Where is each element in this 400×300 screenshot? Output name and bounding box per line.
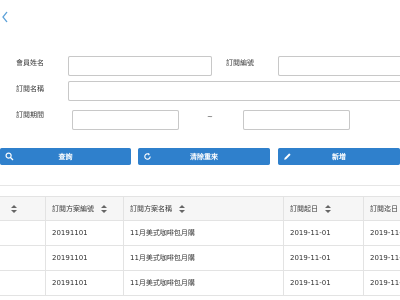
plan-no-cell: 20191101 [45,221,123,245]
period-label: 訂閱期間 [16,111,44,119]
plan-no-cell: 20191101 [45,271,123,295]
chevron-left-icon[interactable] [0,10,10,24]
period-start-input[interactable] [72,110,179,130]
add-button[interactable]: 新增 [278,148,400,165]
subscription-search-page: 會員姓名 訂閱編號 訂閱名稱 訂閱期間 ~ 查詢 清除重來 新增 訂閱方案編號 … [0,0,400,300]
plan-name-cell: 11月美式咖啡包月購 [123,271,283,295]
header-start-date[interactable]: 訂閱起日 [283,197,363,221]
start-date-cell: 2019-11-01 [283,271,363,295]
order-no-label: 訂閱編號 [226,59,254,67]
search-button-label: 查詢 [58,152,73,161]
pencil-icon [284,153,291,160]
sort-icon [325,205,332,213]
plan-name-cell: 11月美式咖啡包月購 [123,221,283,245]
header-plan-name[interactable]: 訂閱方案名稱 [123,197,283,221]
start-date-cell: 2019-11-01 [283,221,363,245]
add-button-label: 新增 [332,152,346,161]
header-cell-0[interactable] [0,197,45,221]
end-date-cell: 2019-11-01 [363,221,400,245]
sort-icon [101,205,108,213]
period-end-input[interactable] [243,110,350,130]
member-name-label: 會員姓名 [16,59,44,67]
search-icon [5,152,14,161]
order-name-input[interactable] [68,81,400,101]
order-no-input[interactable] [278,56,400,76]
member-name-input[interactable] [68,56,212,76]
header-plan-no[interactable]: 訂閱方案編號 [45,197,123,221]
row-cell [0,221,45,245]
top-bar [0,0,400,30]
sort-icon [179,205,186,213]
header-end-date[interactable]: 訂閱迄日 [363,197,400,221]
search-button[interactable]: 查詢 [0,148,131,165]
row-cell [0,246,45,270]
row-cell [0,271,45,295]
order-name-label: 訂閱名稱 [16,85,44,93]
section-divider [0,185,400,186]
plan-name-cell: 11月美式咖啡包月購 [123,246,283,270]
table-row[interactable]: 20191101 11月美式咖啡包月購 2019-11-01 2019-11-0… [0,271,400,296]
sort-icon [11,205,17,213]
table-row[interactable]: 20191101 11月美式咖啡包月購 2019-11-01 2019-11-0… [0,246,400,271]
table-row[interactable]: 20191101 11月美式咖啡包月購 2019-11-01 2019-11-0… [0,221,400,246]
end-date-cell: 2019-11-01 [363,246,400,270]
table-header-row: 訂閱方案編號 訂閱方案名稱 訂閱起日 訂閱迄日 [0,196,400,221]
start-date-cell: 2019-11-01 [283,246,363,270]
refresh-icon [144,152,151,160]
end-date-cell: 2019-11-01 [363,271,400,295]
plan-no-cell: 20191101 [45,246,123,270]
period-separator: ~ [207,113,213,121]
clear-button-label: 清除重來 [190,152,218,161]
clear-button[interactable]: 清除重來 [138,148,270,165]
